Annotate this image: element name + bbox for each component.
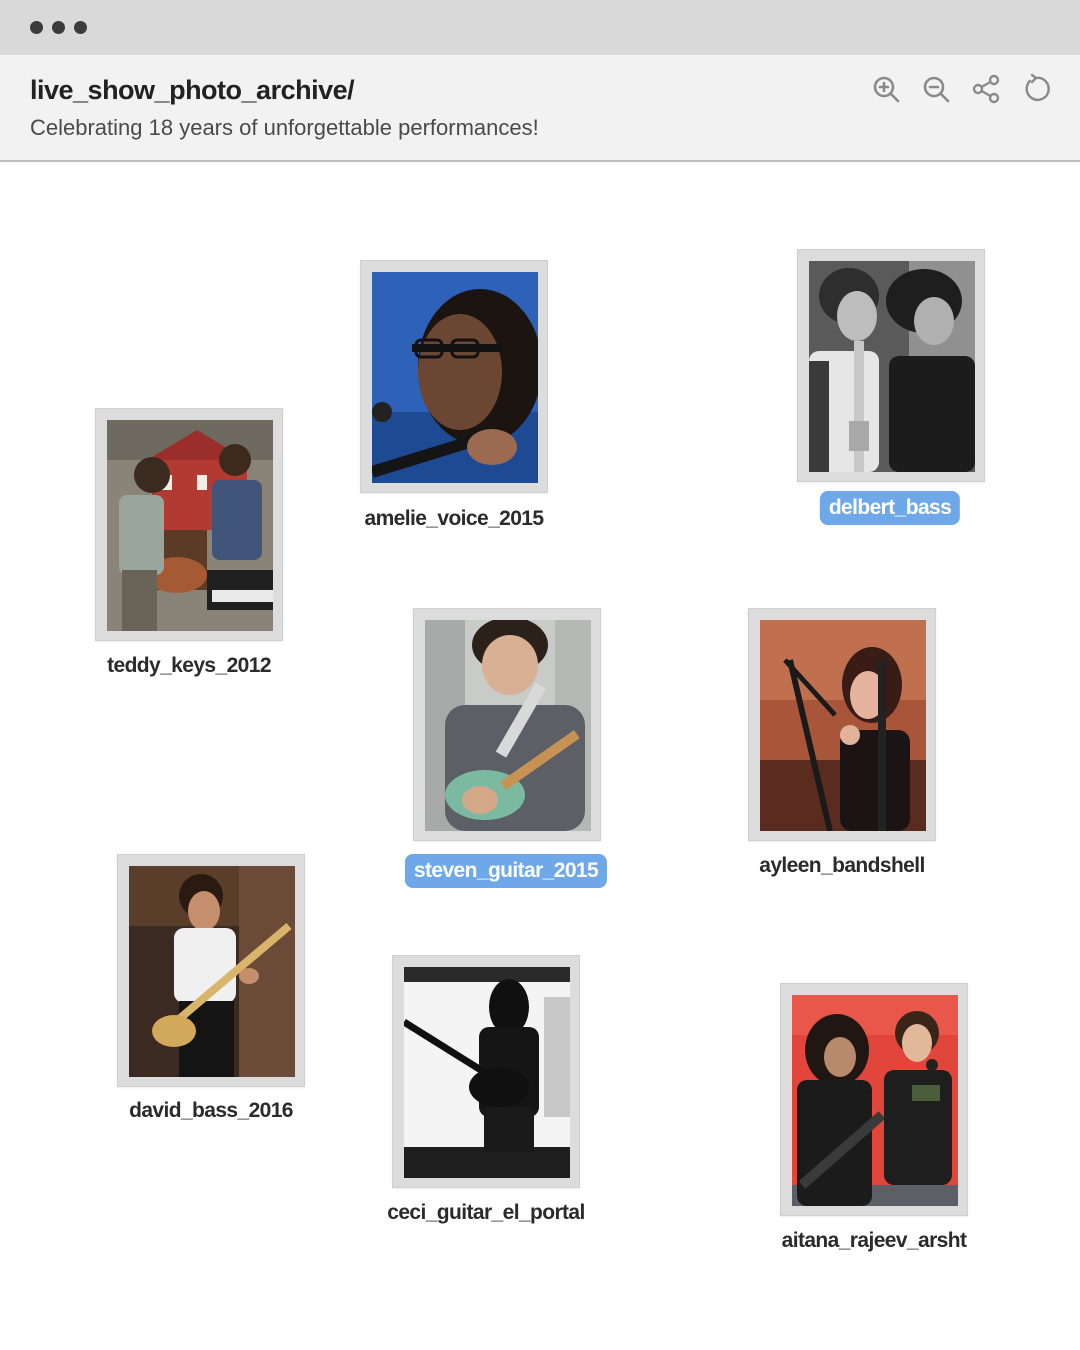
- toolbar: [868, 71, 1054, 107]
- window-dot-close[interactable]: [30, 21, 43, 34]
- refresh-button[interactable]: [1018, 71, 1054, 107]
- photo-label: teddy_keys_2012: [107, 654, 271, 677]
- photo-label: david_bass_2016: [129, 1099, 293, 1122]
- photo-thumbnail: [372, 272, 538, 483]
- photo-thumbnail: [809, 261, 975, 472]
- photo-frame: [780, 983, 968, 1216]
- zoom-in-icon: [873, 76, 900, 103]
- photo-frame: [360, 260, 548, 493]
- photo-frame: [797, 249, 985, 482]
- photo-thumbnail: [404, 967, 570, 1178]
- photo-thumbnail: [129, 866, 295, 1077]
- photo-thumbnail: [792, 995, 958, 1206]
- photo-label: aitana_rajeev_arsht: [781, 1229, 967, 1252]
- window-dot-maximize[interactable]: [74, 21, 87, 34]
- photo-thumbnail: [107, 420, 273, 631]
- photo-frame: [392, 955, 580, 1188]
- share-button[interactable]: [968, 71, 1004, 107]
- folder-title: live_show_photo_archive/: [30, 75, 355, 105]
- folder-subtitle: Celebrating 18 years of unforgettable pe…: [30, 115, 539, 140]
- window-titlebar: [0, 0, 1080, 55]
- photo-label: steven_guitar_2015: [404, 854, 608, 888]
- photo-label: delbert_bass: [819, 491, 961, 525]
- zoom-in-button[interactable]: [868, 71, 904, 107]
- refresh-icon: [1025, 73, 1050, 102]
- photo-thumbnail: [760, 620, 926, 831]
- window-dot-minimize[interactable]: [52, 21, 65, 34]
- photo-thumbnail: [425, 620, 591, 831]
- photo-label: ayleen_bandshell: [759, 854, 925, 877]
- photo-frame: [117, 854, 305, 1087]
- folder-header: live_show_photo_archive/ Celebrating 18 …: [0, 55, 1080, 162]
- zoom-out-button[interactable]: [918, 71, 954, 107]
- share-icon: [972, 74, 1000, 104]
- photo-label: ceci_guitar_el_portal: [387, 1201, 585, 1224]
- photo-frame: [748, 608, 936, 841]
- photo-frame: [413, 608, 601, 841]
- photo-label: amelie_voice_2015: [364, 507, 545, 530]
- zoom-out-icon: [923, 76, 950, 103]
- photo-frame: [95, 408, 283, 641]
